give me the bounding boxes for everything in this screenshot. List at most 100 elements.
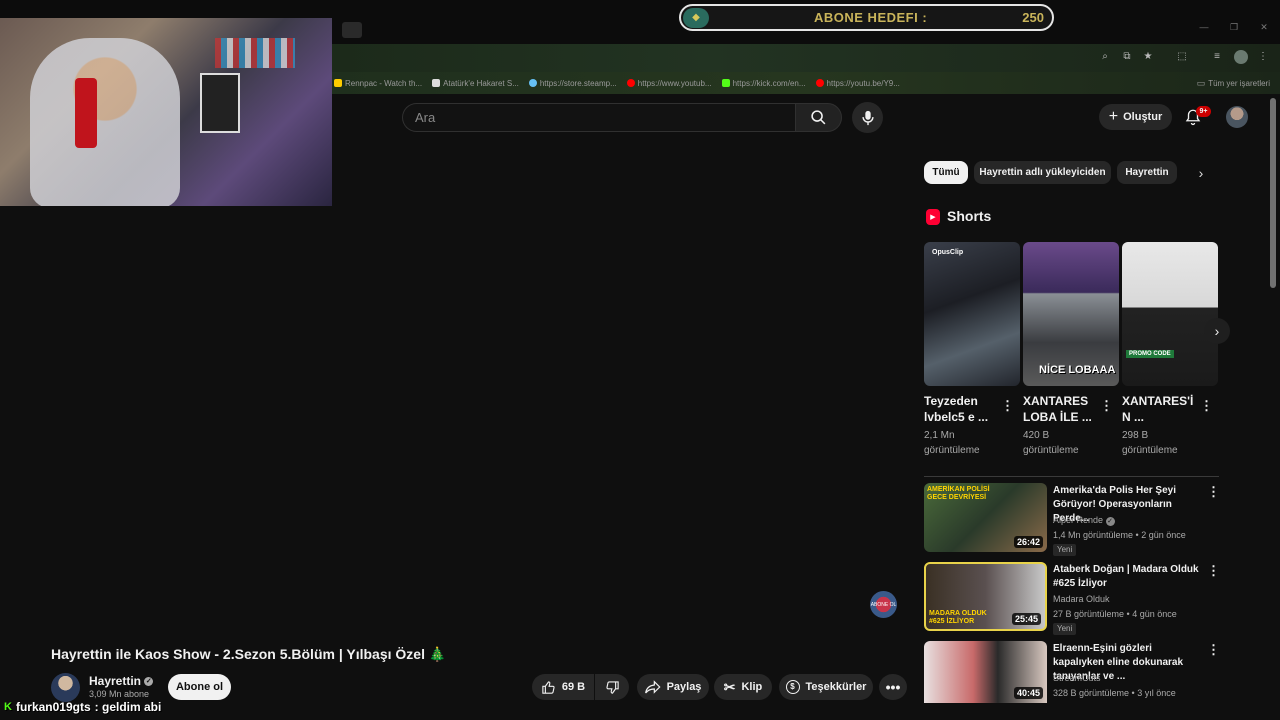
close-icon[interactable]: ✕ bbox=[1250, 22, 1278, 38]
webcam-poster bbox=[200, 73, 240, 133]
bookmark-item[interactable]: https://store.steamp... bbox=[528, 78, 617, 88]
search-button[interactable] bbox=[795, 103, 842, 132]
bookmark-item[interactable]: Atatürk'e Hakaret S... bbox=[432, 79, 519, 88]
channel-name[interactable]: Hayrettin ✓ bbox=[89, 674, 154, 688]
more-actions-button[interactable]: ••• bbox=[879, 674, 907, 700]
short-title[interactable]: Teyzeden lvbelc5 e ... bbox=[924, 393, 1004, 425]
short-overlay-text: OpusClip bbox=[932, 249, 964, 256]
install-app-icon[interactable]: ⧉ bbox=[1120, 50, 1134, 64]
all-bookmarks-label: Tüm yer işaretleri bbox=[1208, 78, 1270, 88]
profile-icon[interactable] bbox=[1234, 50, 1248, 64]
thumbnail-text: AMERİKAN POLİSİ GECE DEVRİYESİ bbox=[927, 486, 990, 501]
related-meta: 27 B görüntüleme • 4 gün önce bbox=[1053, 609, 1177, 619]
bookmark-label: https://youtu.be/Y9... bbox=[826, 78, 900, 88]
chip-hayrettin[interactable]: Hayrettin bbox=[1117, 161, 1177, 184]
page-scrollbar[interactable] bbox=[1270, 98, 1276, 288]
bookmarks-bar: Rennpac - Watch th... Atatürk'e Hakaret … bbox=[332, 72, 1280, 94]
notification-count-badge: 9+ bbox=[1196, 106, 1211, 117]
section-divider bbox=[924, 476, 1219, 477]
bookmark-item[interactable]: https://youtu.be/Y9... bbox=[815, 78, 900, 88]
like-button[interactable]: 69 B bbox=[532, 674, 594, 700]
short-overlay-text: NİCE LOBAAA bbox=[1039, 364, 1116, 376]
channel-avatar[interactable] bbox=[51, 673, 80, 702]
chat-overlay-message: K furkan019gts : geldim abi bbox=[4, 700, 161, 714]
clip-label: Klip bbox=[741, 681, 763, 693]
like-count: 69 B bbox=[561, 681, 586, 693]
clip-button[interactable]: ✂ Klip bbox=[714, 674, 772, 700]
goal-value: 250 bbox=[1022, 10, 1044, 25]
chevron-right-icon[interactable]: › bbox=[1191, 163, 1211, 183]
search-input[interactable]: Ara bbox=[402, 103, 796, 132]
related-thumbnail[interactable]: AMERİKAN POLİSİ GECE DEVRİYESİ 26:42 bbox=[924, 483, 1047, 552]
webcam-shelf bbox=[215, 38, 295, 68]
subscriber-goal-overlay: ◆ ABONE HEDEFI : 250 bbox=[679, 4, 1054, 31]
bookmark-favicon-icon bbox=[432, 79, 441, 87]
more-options-icon[interactable]: ⋮ bbox=[1100, 398, 1113, 414]
more-options-icon[interactable]: ⋮ bbox=[1207, 484, 1220, 500]
share-button[interactable]: Paylaş bbox=[637, 674, 709, 700]
short-thumbnail[interactable]: OpusClip bbox=[924, 242, 1020, 386]
browser-toolbar bbox=[332, 44, 1280, 72]
account-avatar[interactable] bbox=[1226, 106, 1248, 128]
zoom-icon[interactable]: ⌕ bbox=[1098, 50, 1112, 64]
short-views: 420 B görüntüleme bbox=[1023, 430, 1079, 456]
related-thumbnail[interactable]: 40:45 bbox=[924, 641, 1047, 703]
short-thumbnail[interactable]: NİCE LOBAAA bbox=[1023, 242, 1119, 386]
short-title[interactable]: XANTARES'İ N ... bbox=[1122, 393, 1202, 425]
extensions-icon[interactable]: ⬚ bbox=[1175, 50, 1189, 64]
video-title: Hayrettin ile Kaos Show - 2.Sezon 5.Bölü… bbox=[51, 646, 447, 662]
more-options-icon[interactable]: ⋮ bbox=[1200, 398, 1213, 414]
subscribe-button[interactable]: Abone ol bbox=[168, 674, 231, 700]
more-options-icon[interactable]: ⋮ bbox=[1001, 398, 1014, 414]
bookmark-label: Rennpac - Watch th... bbox=[345, 78, 423, 88]
thumbs-down-icon bbox=[605, 680, 619, 694]
short-title[interactable]: XANTARES LOBA İLE ... bbox=[1023, 393, 1103, 425]
folder-icon: ▭ bbox=[1196, 77, 1206, 88]
webcam-overlay bbox=[0, 18, 332, 206]
subscribe-overlay-badge[interactable]: ABONE OL bbox=[870, 591, 897, 618]
chip-from-uploader[interactable]: Hayrettin adlı yükleyiciden bbox=[974, 161, 1111, 184]
short-overlay-text: PROMO CODE bbox=[1126, 350, 1174, 358]
thumbnail-text: MADARA OLDUK #625 İZLİYOR bbox=[929, 610, 987, 625]
voice-search-button[interactable] bbox=[852, 102, 883, 133]
channel-name: Alper Rende bbox=[1053, 515, 1104, 525]
video-player[interactable] bbox=[0, 206, 900, 636]
new-badge: Yeni bbox=[1053, 544, 1077, 556]
shorts-icon: ▶ bbox=[926, 209, 940, 225]
short-views: 2,1 Mn görüntüleme bbox=[924, 430, 980, 456]
related-title[interactable]: Ataberk Doğan | Madara Olduk #625 İzliyo… bbox=[1053, 563, 1203, 591]
new-tab-button[interactable] bbox=[342, 22, 362, 38]
short-thumbnail[interactable]: PROMO CODE bbox=[1122, 242, 1218, 386]
minimize-icon[interactable]: — bbox=[1190, 22, 1218, 38]
microphone-icon bbox=[861, 110, 874, 125]
duration-badge: 25:45 bbox=[1011, 613, 1041, 625]
thanks-label: Teşekkürler bbox=[805, 681, 867, 693]
all-bookmarks-folder[interactable]: ▭ Tüm yer işaretleri bbox=[1197, 78, 1270, 89]
super-thanks-icon: $ bbox=[785, 680, 800, 694]
chip-all[interactable]: Tümü bbox=[924, 161, 968, 184]
more-options-icon[interactable]: ⋮ bbox=[1207, 642, 1220, 658]
media-icon[interactable]: ≡ bbox=[1210, 50, 1224, 64]
bookmark-item[interactable]: Rennpac - Watch th... bbox=[334, 79, 422, 88]
dislike-button[interactable] bbox=[595, 674, 629, 700]
bookmark-star-icon[interactable]: ★ bbox=[1141, 50, 1155, 64]
streamer-figure bbox=[30, 38, 180, 206]
related-thumbnail[interactable]: MADARA OLDUK #625 İZLİYOR 25:45 bbox=[924, 562, 1047, 631]
shorts-section-title: Shorts bbox=[947, 208, 992, 224]
verified-icon: ✓ bbox=[1105, 517, 1115, 526]
related-channel[interactable]: StreamCuts bbox=[1053, 673, 1101, 683]
chat-message: : geldim abi bbox=[94, 700, 162, 714]
create-button[interactable]: + Oluştur bbox=[1099, 104, 1172, 130]
shorts-next-button[interactable]: › bbox=[1204, 318, 1230, 344]
related-channel[interactable]: Madara Olduk bbox=[1053, 594, 1110, 604]
maximize-icon[interactable]: ❐ bbox=[1220, 22, 1248, 38]
thanks-button[interactable]: $ Teşekkürler bbox=[779, 674, 873, 700]
bookmark-item[interactable]: https://www.youtub... bbox=[626, 79, 712, 88]
menu-icon[interactable]: ⋮ bbox=[1256, 50, 1270, 64]
bookmark-label: https://store.steamp... bbox=[539, 78, 617, 88]
more-options-icon[interactable]: ⋮ bbox=[1207, 563, 1220, 579]
related-channel[interactable]: Alper Rende ✓ bbox=[1053, 515, 1115, 526]
more-horizontal-icon: ••• bbox=[885, 679, 901, 695]
bookmark-item[interactable]: https://kick.com/en... bbox=[721, 79, 806, 88]
steam-icon bbox=[528, 79, 537, 87]
